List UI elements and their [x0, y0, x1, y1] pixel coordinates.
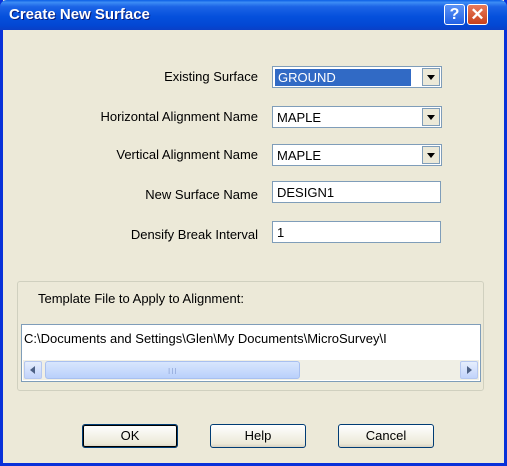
template-file-label: Template File to Apply to Alignment:: [38, 291, 244, 306]
help-button[interactable]: Help: [210, 424, 306, 448]
scroll-right-icon[interactable]: [460, 361, 478, 379]
chevron-down-icon[interactable]: [422, 108, 440, 126]
template-file-list[interactable]: C:\Documents and Settings\Glen\My Docume…: [21, 324, 481, 382]
existing-surface-value: GROUND: [275, 69, 411, 86]
vertical-alignment-dropdown[interactable]: MAPLE: [272, 144, 442, 166]
new-surface-name-input[interactable]: DESIGN1: [272, 181, 441, 203]
horizontal-alignment-dropdown[interactable]: MAPLE: [272, 106, 442, 128]
help-icon[interactable]: ?: [444, 4, 465, 25]
existing-surface-dropdown[interactable]: GROUND: [272, 66, 442, 88]
existing-surface-label: Existing Surface: [164, 69, 258, 84]
window-title: Create New Surface: [9, 6, 150, 23]
template-file-path[interactable]: C:\Documents and Settings\Glen\My Docume…: [24, 331, 387, 346]
new-surface-name-value: DESIGN1: [277, 185, 335, 200]
horizontal-scrollbar[interactable]: III: [23, 360, 479, 380]
scroll-left-icon[interactable]: [24, 361, 42, 379]
new-surface-name-label: New Surface Name: [145, 187, 258, 202]
scroll-thumb[interactable]: III: [45, 361, 300, 379]
chevron-down-icon[interactable]: [422, 146, 440, 164]
densify-break-interval-label: Densify Break Interval: [130, 227, 258, 242]
vertical-alignment-value: MAPLE: [277, 148, 322, 163]
ok-button[interactable]: OK: [82, 424, 178, 448]
close-icon[interactable]: ✕: [467, 4, 488, 25]
grip-icon: III: [168, 367, 178, 376]
cancel-button[interactable]: Cancel: [338, 424, 434, 448]
horizontal-alignment-label: Horizontal Alignment Name: [100, 109, 258, 124]
chevron-down-icon[interactable]: [422, 68, 440, 86]
vertical-alignment-label: Vertical Alignment Name: [116, 147, 258, 162]
densify-break-interval-input[interactable]: 1: [272, 221, 441, 243]
title-bar[interactable]: Create New Surface ? ✕: [0, 0, 507, 30]
horizontal-alignment-value: MAPLE: [277, 110, 322, 125]
densify-break-interval-value: 1: [277, 225, 285, 240]
